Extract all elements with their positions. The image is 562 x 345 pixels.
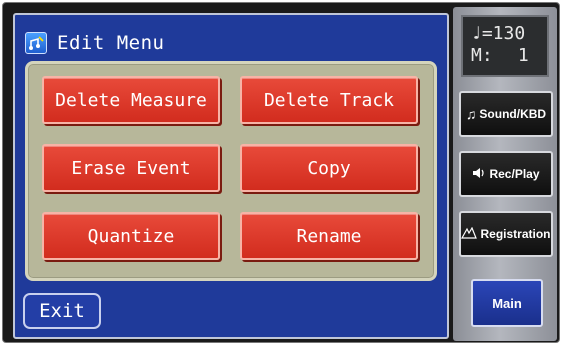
registration-button[interactable]: Registration	[459, 211, 553, 257]
registration-icon	[461, 226, 478, 242]
sound-kbd-label: Sound/KBD	[479, 107, 547, 121]
speaker-icon	[472, 166, 486, 182]
quarter-note-icon: ♩	[471, 23, 482, 44]
edit-button-panel: Delete Measure Delete Track Erase Event …	[25, 61, 437, 281]
side-panel: ♩ =130 M: 1 ♫ Sound/KBD Rec/Play Registr…	[453, 7, 557, 341]
lcd-screen: Edit Menu Delete Measure Delete Track Er…	[13, 13, 449, 339]
measure-label: M:	[471, 45, 493, 66]
main-button[interactable]: Main	[471, 279, 543, 327]
rec-play-button[interactable]: Rec/Play	[459, 151, 553, 197]
sound-kbd-button[interactable]: ♫ Sound/KBD	[459, 91, 553, 137]
delete-measure-button[interactable]: Delete Measure	[42, 76, 220, 124]
title-bar: Edit Menu	[21, 25, 441, 61]
copy-button[interactable]: Copy	[240, 144, 418, 192]
page-title: Edit Menu	[57, 32, 165, 54]
tempo-display: ♩ =130 M: 1	[461, 15, 549, 77]
exit-button[interactable]: Exit	[23, 293, 101, 329]
device-frame: Edit Menu Delete Measure Delete Track Er…	[2, 2, 560, 343]
delete-track-button[interactable]: Delete Track	[240, 76, 418, 124]
registration-label: Registration	[480, 227, 551, 241]
rec-play-label: Rec/Play	[489, 167, 540, 181]
edit-music-icon	[25, 32, 47, 54]
music-note-icon: ♫	[465, 106, 477, 122]
rename-button[interactable]: Rename	[240, 212, 418, 260]
tempo-value: =130	[481, 23, 526, 44]
quantize-button[interactable]: Quantize	[42, 212, 220, 260]
measure-value: 1	[517, 45, 529, 66]
erase-event-button[interactable]: Erase Event	[42, 144, 220, 192]
